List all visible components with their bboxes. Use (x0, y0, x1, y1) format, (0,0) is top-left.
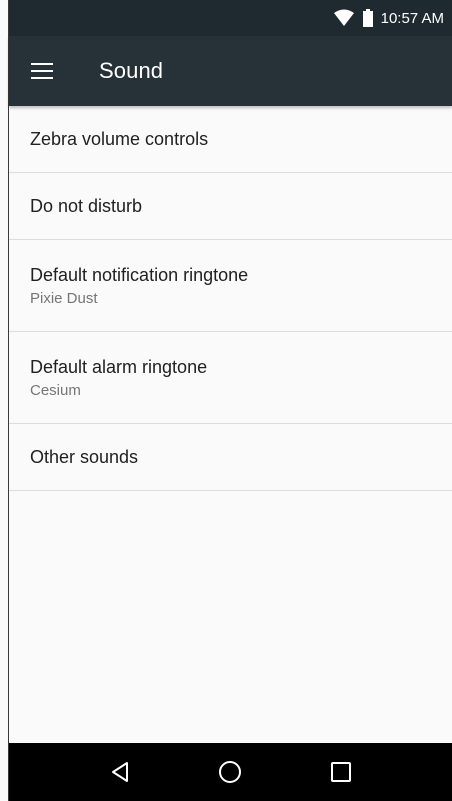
setting-default-alarm-ringtone[interactable]: Default alarm ringtone Cesium (9, 332, 452, 424)
setting-do-not-disturb[interactable]: Do not disturb (9, 173, 452, 240)
status-time: 10:57 AM (380, 9, 444, 27)
setting-other-sounds[interactable]: Other sounds (9, 424, 452, 491)
battery-icon (362, 9, 373, 27)
navigation-bar (9, 743, 452, 801)
status-bar: 10:57 AM (9, 0, 452, 36)
setting-title: Default notification ringtone (30, 264, 249, 285)
menu-icon[interactable] (30, 59, 54, 83)
page-title: Sound (99, 58, 164, 83)
setting-default-notification-ringtone[interactable]: Default notification ringtone Pixie Dust (9, 240, 452, 332)
settings-list: Zebra volume controls Do not disturb Def… (9, 106, 452, 491)
home-icon[interactable] (217, 759, 243, 785)
setting-title: Other sounds (30, 446, 139, 467)
setting-summary: Pixie Dust (30, 289, 98, 307)
setting-title: Do not disturb (30, 195, 143, 216)
setting-title: Zebra volume controls (30, 128, 209, 149)
phone-screen: 10:57 AM Sound Zebra volume controls Do … (8, 0, 452, 801)
back-icon[interactable] (107, 759, 133, 785)
setting-zebra-volume-controls[interactable]: Zebra volume controls (9, 106, 452, 173)
setting-summary: Cesium (30, 381, 81, 399)
wifi-icon (333, 9, 354, 26)
recents-icon[interactable] (328, 759, 354, 785)
setting-title: Default alarm ringtone (30, 356, 208, 377)
app-toolbar: Sound (9, 36, 452, 106)
